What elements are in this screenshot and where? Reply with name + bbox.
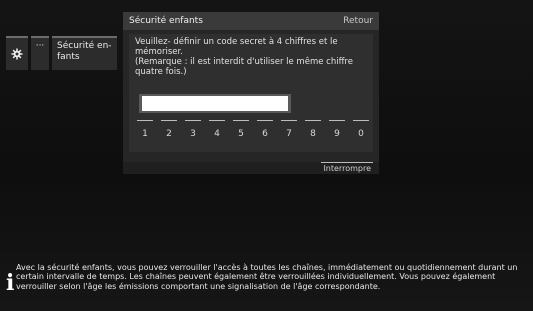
info-icon: i bbox=[6, 270, 15, 296]
number-keypad: 1 2 3 4 5 6 7 8 9 0 bbox=[137, 120, 369, 144]
sidebar-item-child-lock[interactable]: Sécurité en- fants bbox=[52, 36, 117, 70]
settings-menu: ··· Sécurité en- fants bbox=[6, 36, 117, 70]
key-9[interactable]: 9 bbox=[329, 120, 345, 144]
message-line: quatre fois.) bbox=[135, 67, 187, 77]
key-6[interactable]: 6 bbox=[257, 120, 273, 144]
dialog-panel: Veuillez- définir un code secret à 4 chi… bbox=[129, 34, 373, 152]
more-options-label: ··· bbox=[35, 41, 45, 51]
key-3[interactable]: 3 bbox=[185, 120, 201, 144]
pin-code-input[interactable] bbox=[142, 96, 288, 111]
settings-gear-tile[interactable] bbox=[6, 36, 28, 70]
dialog-footer: Interrompre bbox=[123, 162, 379, 174]
message-line: Veuillez- définir un code secret à 4 chi… bbox=[135, 37, 338, 47]
key-5[interactable]: 5 bbox=[233, 120, 249, 144]
info-bar: i Avec la sécurité enfants, vous pouvez … bbox=[6, 260, 527, 306]
more-options-tile[interactable]: ··· bbox=[31, 36, 49, 70]
instruction-message: Veuillez- définir un code secret à 4 chi… bbox=[135, 37, 367, 77]
back-button[interactable]: Retour bbox=[343, 16, 373, 26]
pin-code-field[interactable] bbox=[139, 94, 291, 113]
key-1[interactable]: 1 bbox=[137, 120, 153, 144]
key-7[interactable]: 7 bbox=[281, 120, 297, 144]
child-lock-dialog: Sécurité enfants Retour Veuillez- défini… bbox=[123, 12, 379, 174]
key-0[interactable]: 0 bbox=[353, 120, 369, 144]
message-line: (Remarque : il est interdit d'utiliser l… bbox=[135, 57, 353, 67]
dialog-body: Veuillez- définir un code secret à 4 chi… bbox=[123, 30, 379, 162]
key-4[interactable]: 4 bbox=[209, 120, 225, 144]
info-text: Avec la sécurité enfants, vous pouvez ve… bbox=[16, 263, 518, 291]
key-8[interactable]: 8 bbox=[305, 120, 321, 144]
dialog-header: Sécurité enfants Retour bbox=[123, 12, 379, 30]
cancel-button[interactable]: Interrompre bbox=[321, 162, 373, 173]
key-2[interactable]: 2 bbox=[161, 120, 177, 144]
gear-icon bbox=[11, 48, 23, 60]
dialog-title: Sécurité enfants bbox=[129, 16, 203, 26]
sidebar-item-label: Sécurité en- fants bbox=[57, 41, 112, 62]
message-line: mémoriser. bbox=[135, 47, 183, 57]
